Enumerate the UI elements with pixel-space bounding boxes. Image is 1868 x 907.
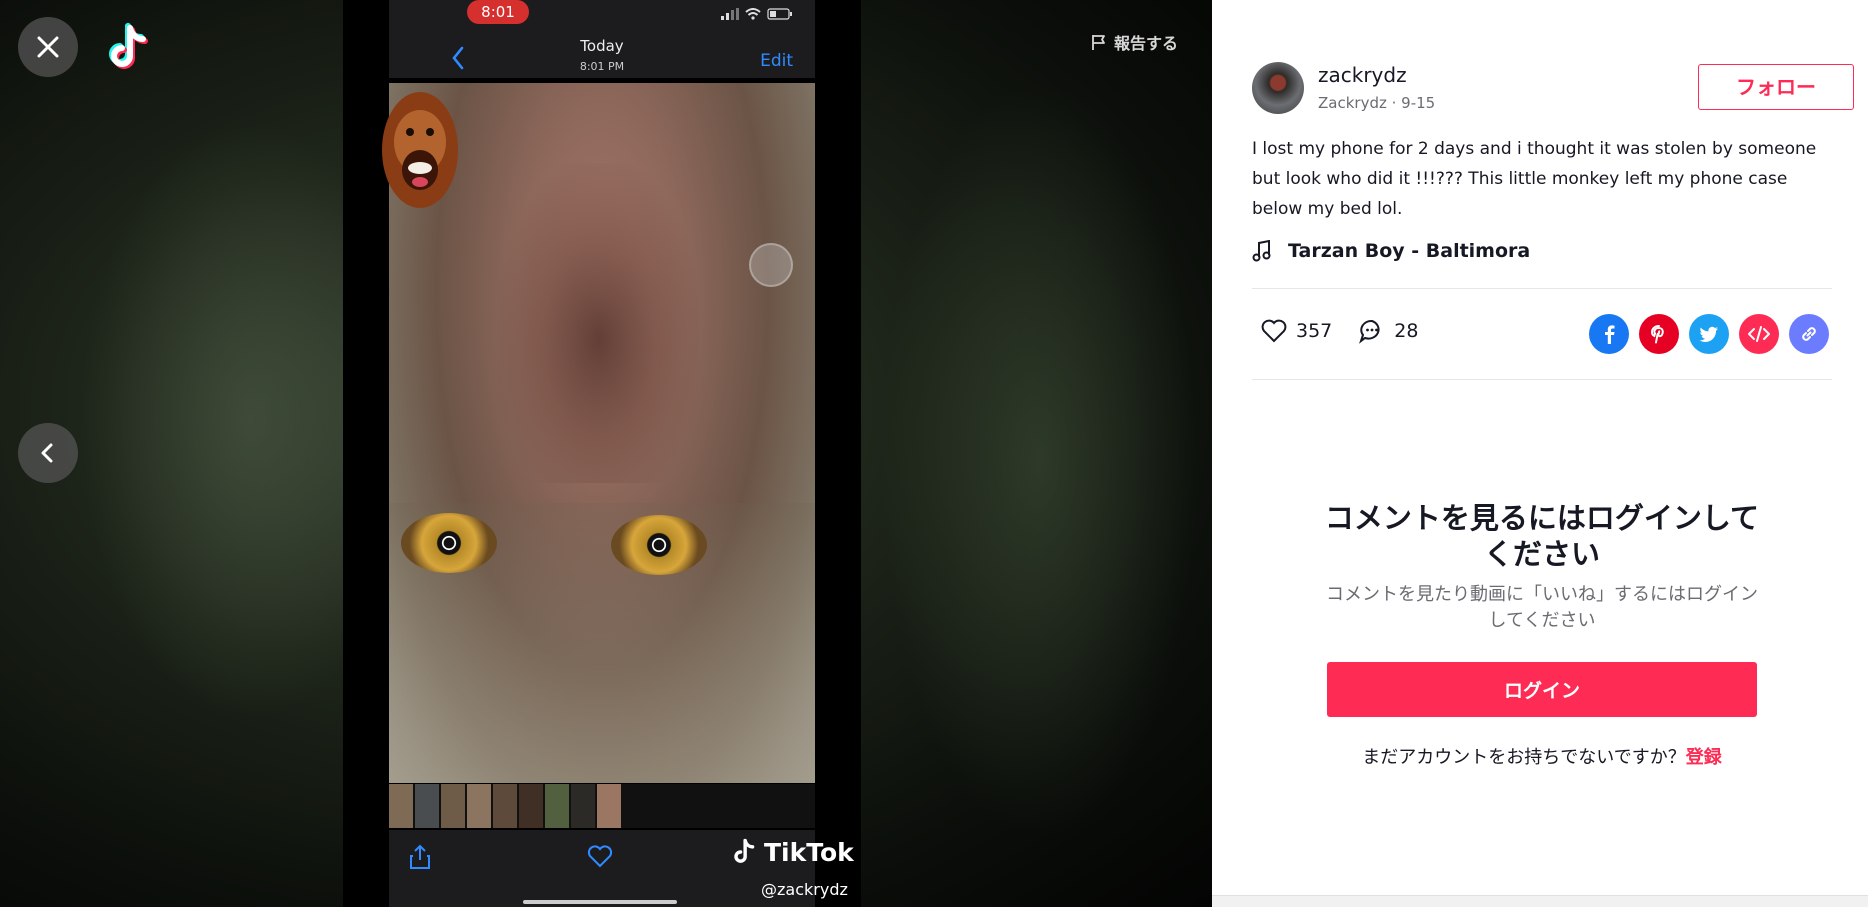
comment-count: 28	[1394, 320, 1419, 342]
divider	[1252, 379, 1832, 380]
photos-subtitle: 8:01 PM	[579, 60, 625, 73]
status-time: 8:01	[467, 0, 529, 24]
watermark-brand: TikTok	[764, 837, 854, 867]
share-twitter-button[interactable]	[1689, 314, 1729, 354]
share-pinterest-button[interactable]	[1639, 314, 1679, 354]
tiktok-logo[interactable]	[100, 20, 156, 76]
link-icon	[1802, 327, 1816, 341]
previous-video-button[interactable]	[18, 423, 78, 483]
music-title[interactable]: Tarzan Boy - Baltimora	[1288, 240, 1530, 262]
close-icon	[37, 36, 59, 58]
divider	[1252, 288, 1832, 289]
orangutan-sticker	[382, 92, 458, 208]
photos-title: Today	[580, 37, 624, 55]
thumbnail[interactable]	[597, 784, 621, 828]
thumbnail[interactable]	[493, 784, 517, 828]
photos-edit-label: Edit	[760, 51, 793, 71]
tiktok-video-viewer: 報告する 8:01 Today 8:01 PM Edit TikTok @zac…	[0, 0, 1868, 907]
tiktok-logo-icon	[109, 23, 148, 69]
thumbnail[interactable]	[389, 784, 413, 828]
horizontal-scrollbar[interactable]	[1212, 895, 1868, 907]
tiktok-watermark: TikTok	[728, 836, 854, 868]
pinterest-icon	[1650, 325, 1664, 344]
share-facebook-button[interactable]	[1589, 314, 1629, 354]
signup-prompt: まだアカウントをお持ちでないですか？	[1362, 747, 1686, 768]
video-caption: I lost my phone for 2 days and i thought…	[1252, 139, 1817, 219]
report-button[interactable]: 報告する	[1090, 30, 1178, 54]
signup-link[interactable]: 登録	[1686, 747, 1722, 768]
comment-button[interactable]: 28	[1358, 318, 1418, 344]
author-username[interactable]: zackrydz	[1318, 63, 1407, 87]
battery-icon	[767, 8, 792, 20]
login-description: コメントを見たり動画に「いいね」するにはログインしてください	[1326, 584, 1758, 631]
signal-icon	[721, 8, 739, 20]
music-link[interactable]: Tarzan Boy - Baltimora	[1252, 240, 1530, 262]
facebook-icon	[1605, 325, 1615, 344]
monkey-eye-right	[611, 515, 707, 575]
share-embed-button[interactable]	[1739, 314, 1779, 354]
heart-icon	[1261, 319, 1287, 343]
login-heading: コメントを見るにはログインしてください	[1324, 501, 1760, 571]
home-indicator	[523, 900, 677, 904]
share-link-button[interactable]	[1789, 314, 1829, 354]
phone-header: 8:01 Today 8:01 PM Edit	[389, 0, 815, 78]
engagement-stats: 357 28	[1260, 318, 1444, 344]
background-blur	[880, 80, 1200, 840]
thumbnail[interactable]	[571, 784, 595, 828]
login-prompt: コメントを見るにはログインしてください コメントを見たり動画に「いいね」するには…	[1312, 500, 1772, 769]
report-label: 報告する	[1114, 34, 1179, 53]
assistive-touch-dot	[749, 243, 793, 287]
photo-thumbnail-strip[interactable]	[389, 784, 815, 828]
music-note-icon	[1252, 240, 1271, 262]
thumbnail[interactable]	[545, 784, 569, 828]
thumbnail[interactable]	[519, 784, 543, 828]
embed-icon	[1748, 326, 1770, 342]
status-icons	[721, 8, 793, 20]
thumbnail[interactable]	[467, 784, 491, 828]
author-avatar[interactable]	[1252, 62, 1304, 114]
like-button[interactable]: 357	[1260, 318, 1332, 344]
video-details-panel: zackrydz Zackrydz · 9-15 フォロー I lost my …	[1212, 0, 1868, 907]
monkey-nose	[499, 163, 699, 483]
share-icon	[410, 844, 430, 869]
author-meta: Zackrydz · 9-15	[1318, 94, 1436, 112]
tiktok-logo-icon	[734, 838, 755, 863]
thumbnail[interactable]	[415, 784, 439, 828]
monkey-eye-left	[401, 513, 497, 573]
twitter-icon	[1699, 326, 1718, 342]
chevron-left-icon	[41, 443, 53, 463]
watermark-handle: @zackrydz	[761, 880, 848, 899]
wifi-icon	[745, 8, 761, 20]
video-player-area[interactable]: 報告する 8:01 Today 8:01 PM Edit TikTok @zac…	[0, 0, 1212, 907]
heart-icon	[587, 845, 613, 868]
share-buttons	[1589, 314, 1829, 354]
signup-line: まだアカウントをお持ちでないですか？登録	[1312, 743, 1772, 769]
like-count: 357	[1296, 320, 1333, 342]
follow-button[interactable]: フォロー	[1698, 64, 1854, 110]
close-button[interactable]	[18, 17, 78, 77]
login-button[interactable]: ログイン	[1327, 662, 1757, 717]
video-frame[interactable]: 8:01 Today 8:01 PM Edit TikTok @zackrydz	[343, 0, 861, 907]
flag-icon	[1092, 35, 1105, 50]
comment-icon	[1359, 319, 1380, 344]
thumbnail[interactable]	[441, 784, 465, 828]
